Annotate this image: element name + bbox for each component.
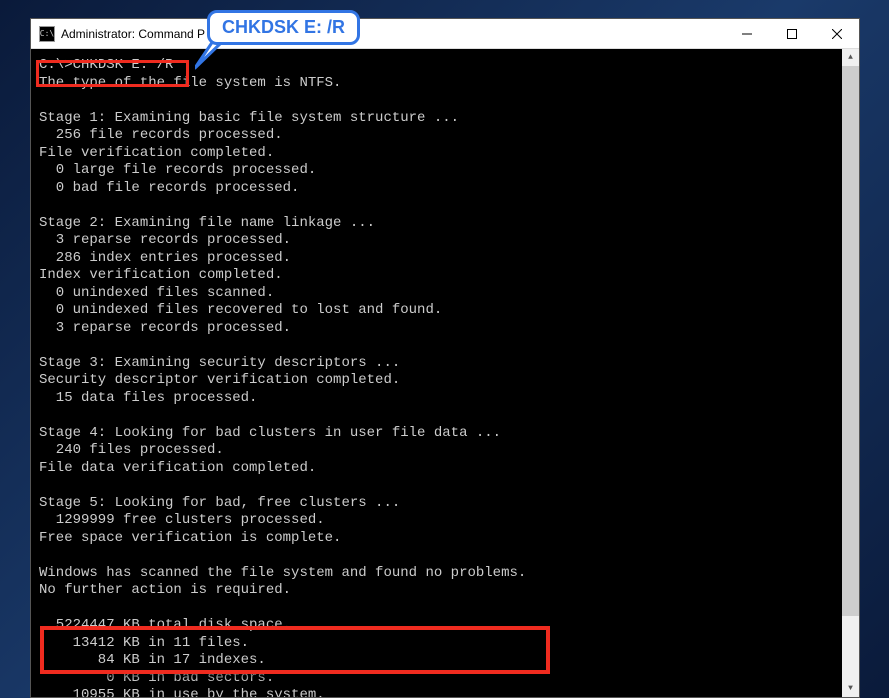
output-line: Security descriptor verification complet… — [39, 372, 400, 388]
output-line: 0 bad file records processed. — [39, 180, 299, 196]
output-line: 13412 KB in 11 files. — [39, 635, 249, 651]
output-line: File data verification completed. — [39, 460, 316, 476]
titlebar[interactable]: C:\ Administrator: Command P — [31, 19, 859, 49]
maximize-button[interactable] — [769, 19, 814, 48]
output-line: 256 file records processed. — [39, 127, 283, 143]
output-line: 0 unindexed files scanned. — [39, 285, 274, 301]
result-line: Windows has scanned the file system and … — [39, 565, 526, 581]
output-line: Stage 1: Examining basic file system str… — [39, 110, 459, 126]
output-line: Index verification completed. — [39, 267, 283, 283]
scrollbar-up-arrow-icon[interactable]: ▲ — [842, 49, 859, 66]
result-line: No further action is required. — [39, 582, 291, 598]
output-line: Stage 3: Examining security descriptors … — [39, 355, 400, 371]
output-line: Free space verification is complete. — [39, 530, 341, 546]
output-line: Stage 2: Examining file name linkage ... — [39, 215, 375, 231]
vertical-scrollbar[interactable]: ▲ ▼ — [842, 49, 859, 697]
output-line: 3 reparse records processed. — [39, 232, 291, 248]
terminal-output[interactable]: C:\>CHKDSK E: /R The type of the file sy… — [31, 49, 859, 697]
cmd-icon: C:\ — [39, 26, 55, 42]
command-prompt-window: C:\ Administrator: Command P C:\>CHKDSK … — [30, 18, 860, 698]
window-title: Administrator: Command P — [61, 27, 724, 41]
close-button[interactable] — [814, 19, 859, 48]
output-line: 0 unindexed files recovered to lost and … — [39, 302, 442, 318]
scrollbar-thumb[interactable] — [842, 66, 859, 616]
scrollbar-down-arrow-icon[interactable]: ▼ — [842, 680, 859, 697]
output-line: 84 KB in 17 indexes. — [39, 652, 266, 668]
callout-text: CHKDSK E: /R — [222, 17, 345, 37]
output-line: 3 reparse records processed. — [39, 320, 291, 336]
output-line: 0 KB in bad sectors. — [39, 670, 274, 686]
prompt: C:\> — [39, 57, 73, 73]
output-line: 286 index entries processed. — [39, 250, 291, 266]
output-line: File verification completed. — [39, 145, 274, 161]
output-line: 15 data files processed. — [39, 390, 257, 406]
output-line: 240 files processed. — [39, 442, 224, 458]
output-line: 10955 KB in use by the system. — [39, 687, 325, 697]
output-line: 1299999 free clusters processed. — [39, 512, 325, 528]
output-line: Stage 4: Looking for bad clusters in use… — [39, 425, 501, 441]
output-line: 5224447 KB total disk space. — [39, 617, 291, 633]
window-controls — [724, 19, 859, 48]
callout-bubble: CHKDSK E: /R — [207, 10, 360, 45]
output-line: 0 large file records processed. — [39, 162, 316, 178]
command-text: CHKDSK E: /R — [73, 57, 174, 73]
output-line: Stage 5: Looking for bad, free clusters … — [39, 495, 400, 511]
output-line: The type of the file system is NTFS. — [39, 75, 341, 91]
minimize-button[interactable] — [724, 19, 769, 48]
